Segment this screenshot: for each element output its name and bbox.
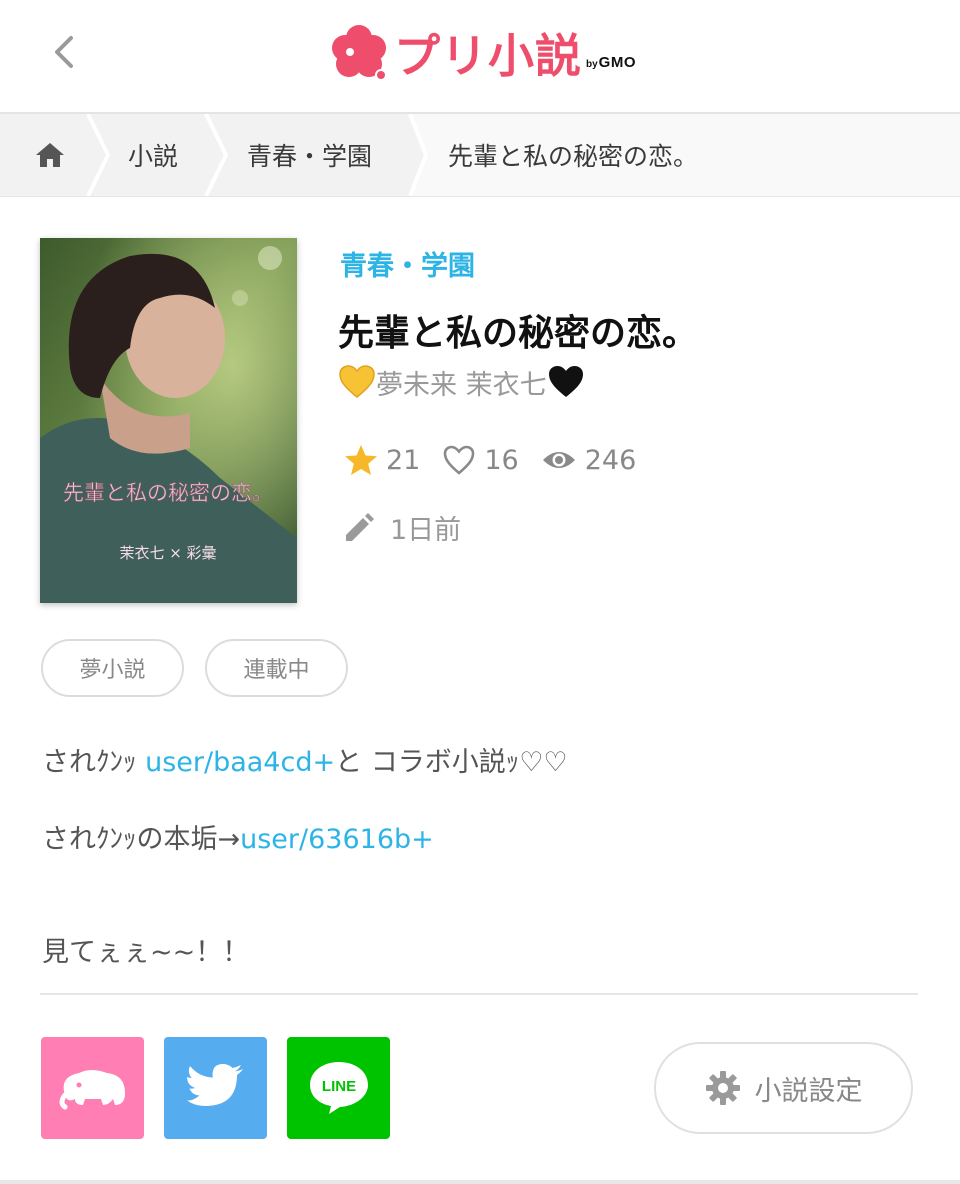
elephant-icon [59, 1070, 125, 1110]
gear-icon [705, 1071, 740, 1105]
share-twitter-button[interactable] [164, 1037, 267, 1139]
novel-stats: 21 16 246 [344, 444, 658, 476]
description-text: と コラボ小説ｯ♡♡ [335, 747, 568, 778]
novel-settings-label: 小説設定 [754, 1075, 863, 1107]
breadcrumb-item-genre[interactable]: 青春・学園 [247, 114, 372, 196]
divider [0, 1180, 960, 1184]
divider [40, 993, 918, 995]
site-logo[interactable]: プリ小説 by GMO [328, 18, 636, 88]
author-link[interactable]: 夢未来 茉衣七 [338, 362, 585, 402]
description-line: されｸﾝｯの本垢→user/63616b+ [42, 817, 434, 856]
breadcrumb-item-current: 先輩と私の秘密の恋。 [410, 114, 960, 196]
breadcrumb-separator [398, 114, 428, 196]
pencil-icon [346, 512, 374, 541]
description-text: されｸﾝｯ [42, 747, 146, 778]
heart-outline-icon [444, 445, 475, 475]
breadcrumb-separator [86, 114, 111, 196]
tag-serializing[interactable]: 連載中 [205, 639, 348, 697]
back-button[interactable] [44, 30, 84, 74]
breadcrumb: 小説 青春・学園 先輩と私の秘密の恋。 [0, 114, 960, 197]
stars-count: 21 [386, 444, 421, 476]
breadcrumb-home[interactable] [0, 114, 100, 196]
description-line: されｸﾝｯ user/baa4cd+と コラボ小説ｯ♡♡ [42, 740, 568, 779]
svg-text:LINE: LINE [321, 1078, 355, 1095]
user-link[interactable]: user/baa4cd+ [145, 747, 335, 778]
twitter-bird-icon [186, 1064, 243, 1106]
eye-icon [542, 452, 575, 468]
author-name: 夢未来 茉衣七 [376, 369, 547, 401]
flower-logo-icon [332, 25, 387, 81]
description-text: されｸﾝｯの本垢→ [42, 824, 241, 855]
line-logo-icon: LINE [309, 1062, 368, 1114]
novel-cover-image[interactable]: 先輩と私の秘密の恋。 茉衣七 × 彩彙 [40, 238, 297, 603]
chevron-left-icon [55, 36, 73, 68]
black-heart-icon [548, 366, 583, 397]
star-icon [345, 445, 377, 475]
updated-label: 1日前 [390, 515, 462, 546]
app-header: プリ小説 by GMO [0, 0, 960, 114]
views-stat: 246 [541, 444, 637, 476]
description-line: 見てぇぇ~~！！ [42, 937, 250, 968]
logo-gmo: GMO [598, 53, 637, 71]
cover-credit-text: 茉衣七 × 彩彙 [119, 544, 216, 562]
tag-dream-novel[interactable]: 夢小説 [41, 639, 184, 697]
stars-stat: 21 [344, 444, 420, 476]
user-link[interactable]: user/63616b+ [240, 824, 434, 855]
views-count: 246 [584, 444, 637, 476]
cover-title-text: 先輩と私の秘密の恋。 [63, 481, 273, 505]
logo-by: by [586, 58, 598, 70]
updated-time: 1日前 [342, 508, 461, 547]
home-icon [36, 143, 64, 167]
novel-genre-link[interactable]: 青春・学園 [340, 244, 475, 283]
yellow-heart-icon [339, 365, 375, 398]
breadcrumb-separator [204, 114, 229, 196]
share-line-button[interactable]: LINE [287, 1037, 390, 1139]
novel-title: 先輩と私の秘密の恋。 [338, 313, 699, 354]
likes-count: 16 [484, 444, 519, 476]
logo-text: プリ小説 [394, 29, 582, 83]
share-prinovel-button[interactable] [41, 1037, 144, 1139]
breadcrumb-item-novel[interactable]: 小説 [128, 114, 178, 196]
likes-stat[interactable]: 16 [442, 444, 519, 476]
novel-settings-button[interactable]: 小説設定 [654, 1042, 913, 1134]
